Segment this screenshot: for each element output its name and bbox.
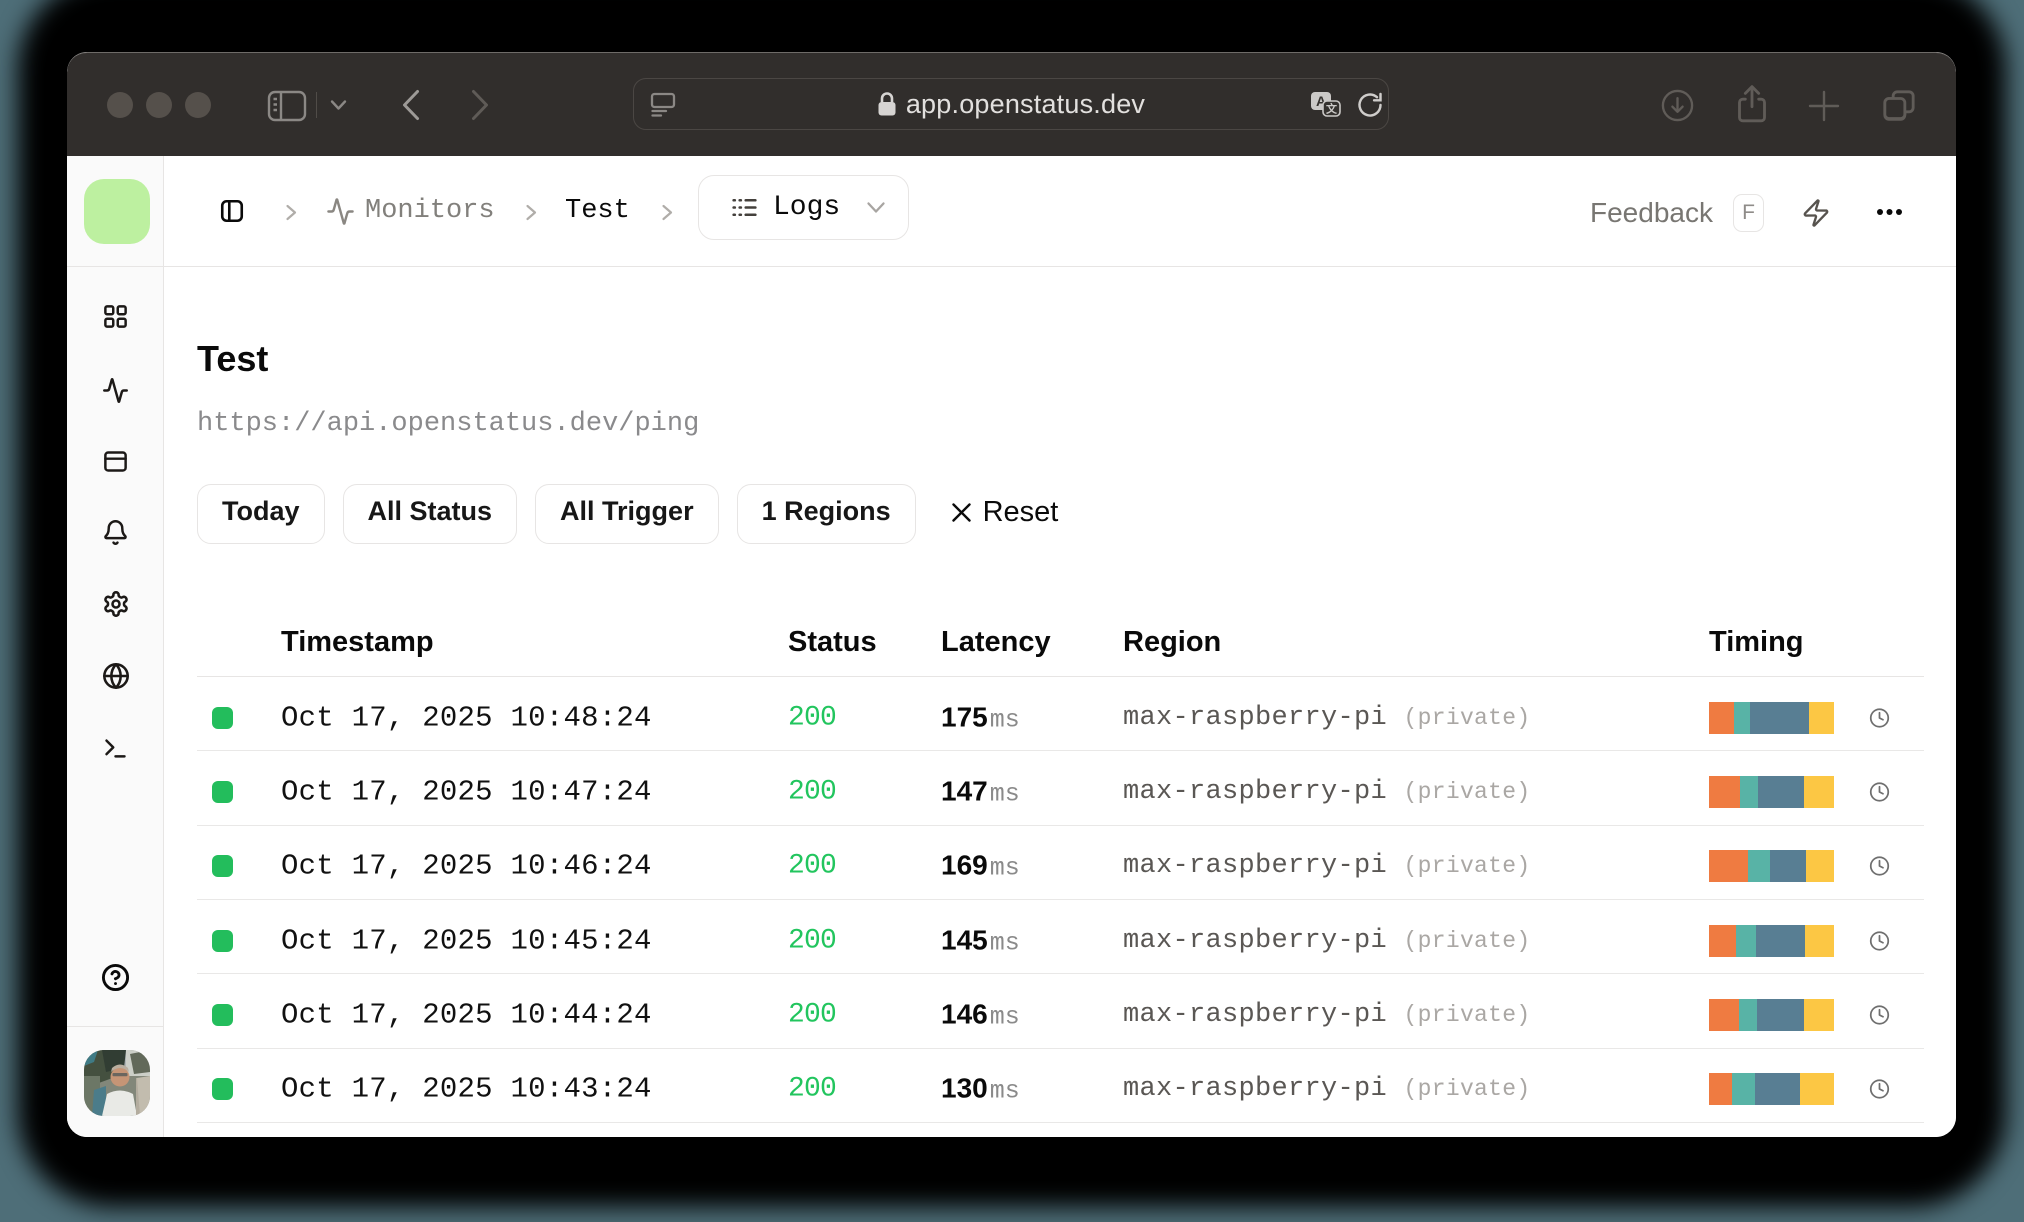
svg-text:文: 文 [1326, 102, 1338, 116]
